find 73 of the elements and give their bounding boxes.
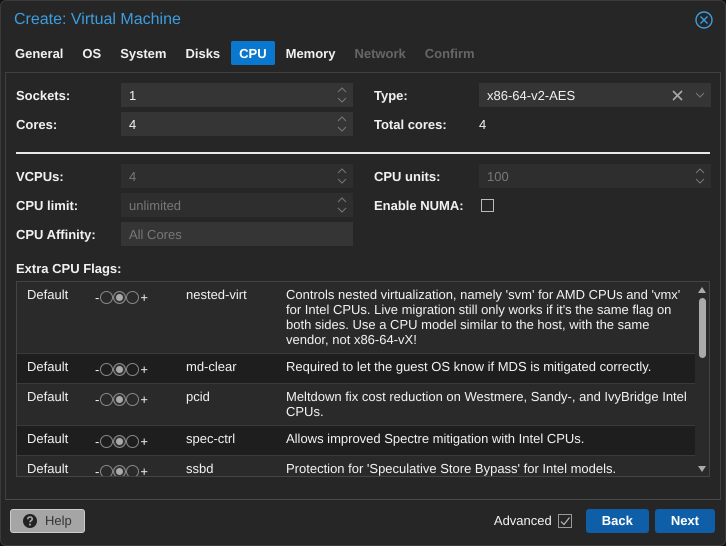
field-label: Sockets:	[16, 88, 72, 102]
table-cell-text: Meltdown fix cost reduction on Westmere, Sandy-, and IvyBridge Intel CPUs.	[286, 389, 688, 419]
radio-button[interactable]	[113, 435, 126, 448]
field-label: CPU Affinity:	[16, 226, 97, 242]
spinner-field[interactable]: 1	[121, 83, 353, 107]
radio-button[interactable]	[126, 465, 140, 476]
table-cell-text: ssbd	[186, 461, 214, 476]
table-cell-text: Default	[26, 389, 70, 404]
tab[interactable]: System	[112, 41, 174, 65]
input-field[interactable]: All Cores	[121, 222, 353, 246]
table-cell-text: Default	[26, 461, 70, 476]
table-cell-text: pcid	[186, 389, 211, 404]
close-icon[interactable]	[695, 11, 713, 29]
section-label: Extra CPU Flags:	[16, 261, 122, 276]
minus-label: -	[95, 392, 100, 407]
tab[interactable]: Disks	[177, 41, 228, 65]
radio-button[interactable]	[126, 363, 140, 376]
tab[interactable]: Memory	[278, 41, 344, 65]
nav-button[interactable]: Next	[654, 508, 715, 532]
table-cell-text: Default	[26, 431, 70, 446]
plus-label: +	[140, 290, 148, 305]
plus-label: +	[140, 464, 148, 476]
scroll-thumb[interactable]	[698, 298, 706, 358]
spinner-arrows-icon[interactable]	[337, 86, 347, 104]
field-label: Total cores:	[374, 116, 448, 132]
field-label: CPU units:	[374, 168, 442, 184]
field-label: CPU limit:	[16, 198, 80, 212]
plus-label: +	[140, 362, 148, 377]
minus-label: -	[95, 464, 100, 476]
field-label: Cores:	[16, 116, 58, 132]
radio-button[interactable]	[126, 393, 140, 406]
field-label: VCPUs:	[16, 168, 65, 184]
table-cell-text: Required to let the guest OS know if MDS is mitigated correctly.	[286, 359, 652, 374]
scroll-up-icon[interactable]	[697, 286, 707, 294]
clear-icon[interactable]	[672, 90, 683, 100]
scrollbar[interactable]	[695, 282, 709, 476]
table-cell-text: spec-ctrl	[186, 431, 236, 446]
table-cell-text: md-clear	[186, 359, 238, 374]
checkbox[interactable]	[481, 198, 494, 212]
advanced-checkbox[interactable]	[558, 514, 572, 528]
table-cell-text: nested-virt	[186, 287, 248, 302]
table-cell-text: Default	[26, 287, 70, 302]
radio-button[interactable]	[126, 291, 140, 304]
window-title: Create: Virtual Machine	[14, 11, 182, 29]
radio-button[interactable]	[113, 465, 126, 476]
spinner-arrows-icon[interactable]	[337, 115, 347, 133]
field-value: 4	[479, 116, 486, 132]
field-label: Type:	[374, 88, 409, 102]
minus-label: -	[95, 434, 100, 449]
radio-button[interactable]	[126, 435, 140, 448]
table-cell-text: Protection for 'Speculative Store Bypass' for Intel models.	[286, 461, 618, 476]
tab[interactable]: CPU	[231, 41, 275, 65]
help-icon	[23, 514, 37, 528]
plus-label: +	[140, 434, 148, 449]
plus-label: +	[140, 392, 148, 407]
radio-button[interactable]	[113, 393, 126, 406]
tab[interactable]: OS	[74, 41, 110, 65]
caret-icon[interactable]	[695, 92, 705, 98]
spinner-field[interactable]: 4	[121, 112, 353, 136]
tab[interactable]: General	[7, 41, 72, 65]
table-cell-text: Controls nested virtualization, namely 'svm' for AMD CPUs and 'vmx' for Intel CPUs. Live migration still only works if it's the same flag on both sides. Use a CPU model similar to the host, with the same vendor, not x86-64-vX!	[286, 287, 682, 347]
advanced-label: Advanced	[494, 513, 552, 528]
minus-label: -	[95, 362, 100, 377]
table-cell-text: Allows improved Spectre mitigation with Intel CPUs.	[286, 431, 586, 446]
field-label: Enable NUMA:	[374, 198, 465, 212]
minus-label: -	[95, 290, 100, 305]
help-button[interactable]: Help	[10, 508, 85, 532]
table-cell-text: Default	[26, 359, 70, 374]
type-combobox[interactable]: x86-64-v2-AES	[479, 83, 711, 107]
scroll-down-icon[interactable]	[697, 465, 707, 473]
radio-button[interactable]	[113, 363, 126, 376]
nav-button[interactable]: Back	[586, 508, 649, 532]
radio-button[interactable]	[113, 291, 126, 304]
